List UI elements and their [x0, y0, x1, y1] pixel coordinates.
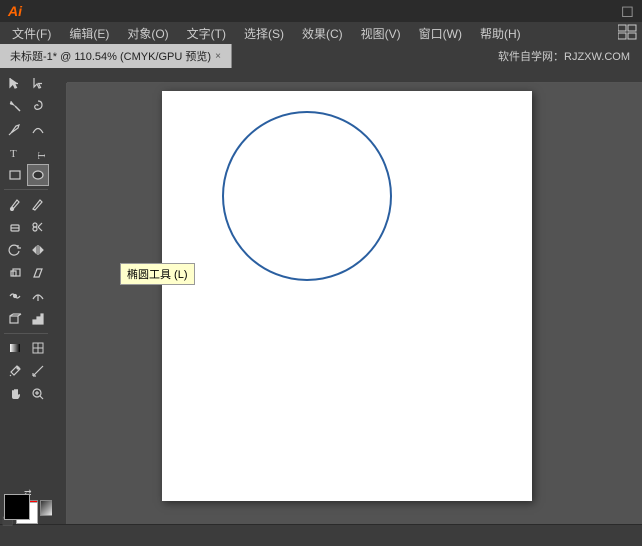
- menu-file[interactable]: 文件(F): [4, 23, 59, 44]
- tab-bar-right-text: 软件自学网：RJZXW.COM: [498, 44, 642, 68]
- status-bar: [0, 524, 642, 546]
- scale-tool[interactable]: [4, 262, 26, 284]
- symbol-tool-row: [4, 285, 49, 307]
- eraser-tool-row: [4, 216, 49, 238]
- ellipse-tool[interactable]: [27, 164, 49, 186]
- menu-bar: 文件(F) 编辑(E) 对象(O) 文字(T) 选择(S) 效果(C) 视图(V…: [0, 22, 642, 44]
- magic-wand-tool[interactable]: [4, 95, 26, 117]
- ellipse-object[interactable]: [222, 111, 392, 281]
- separator-1: [4, 189, 48, 190]
- eyedropper-tool[interactable]: [4, 360, 26, 382]
- foreground-color-swatch[interactable]: [4, 494, 30, 520]
- selection-tool[interactable]: [4, 72, 26, 94]
- pen-tool[interactable]: [4, 118, 26, 140]
- rotate-tool[interactable]: [4, 239, 26, 261]
- ruler-corner: [52, 68, 67, 83]
- tab-close-button[interactable]: ×: [215, 51, 221, 62]
- separator-2: [4, 333, 48, 334]
- zoom-tool[interactable]: [27, 383, 49, 405]
- menu-help[interactable]: 帮助(H): [472, 23, 529, 44]
- menu-select[interactable]: 选择(S): [236, 23, 292, 44]
- menu-object[interactable]: 对象(O): [119, 23, 176, 44]
- blend-tool-row: [4, 360, 49, 382]
- type-tool-row: T T: [4, 141, 49, 163]
- gradient-tool[interactable]: [4, 337, 26, 359]
- menu-edit[interactable]: 编辑(E): [61, 23, 117, 44]
- free-transform-tool[interactable]: [4, 308, 26, 330]
- panel-icon[interactable]: [618, 24, 638, 40]
- svg-text:T: T: [36, 152, 45, 159]
- chart-tool[interactable]: [27, 308, 49, 330]
- gradient-tool-row: [4, 337, 49, 359]
- reflect-tool[interactable]: [27, 239, 49, 261]
- zoom-tool-row: [4, 383, 49, 405]
- selection-tool-row: [4, 72, 49, 94]
- horizontal-ruler: [67, 68, 642, 83]
- graph-tool-row: [4, 308, 49, 330]
- menu-type[interactable]: 文字(T): [179, 23, 234, 44]
- warp-tool[interactable]: [27, 285, 49, 307]
- hand-tool[interactable]: [4, 383, 26, 405]
- measure-tool[interactable]: [27, 360, 49, 382]
- paintbrush-tool[interactable]: [4, 193, 26, 215]
- shear-tool[interactable]: [27, 262, 49, 284]
- scissors-tool[interactable]: [27, 216, 49, 238]
- curvature-tool[interactable]: [27, 118, 49, 140]
- menu-view[interactable]: 视图(V): [353, 23, 409, 44]
- artboard: [162, 91, 532, 501]
- direct-selection-tool[interactable]: [27, 72, 49, 94]
- vertical-ruler: [52, 68, 67, 524]
- site-label: 软件自学网：RJZXW.COM: [498, 48, 630, 64]
- pen-tool-row: [4, 95, 49, 117]
- title-bar: Ai ◻: [0, 0, 642, 22]
- svg-text:T: T: [10, 148, 17, 159]
- ai-logo: Ai: [8, 3, 22, 19]
- type-vertical-tool[interactable]: T: [27, 141, 49, 163]
- eraser-tool[interactable]: [4, 216, 26, 238]
- workspace: T T: [0, 68, 642, 524]
- menu-effect[interactable]: 效果(C): [294, 23, 351, 44]
- paintbrush-tool-row: [4, 193, 49, 215]
- pencil-tool[interactable]: [27, 193, 49, 215]
- tab-bar: 未标题-1* @ 110.54% (CMYK/GPU 预览) × 软件自学网：R…: [0, 44, 642, 68]
- tab-label: 未标题-1* @ 110.54% (CMYK/GPU 预览): [10, 48, 211, 64]
- canvas-area: 椭圆工具 (L): [52, 68, 642, 524]
- shape-tool-row: [4, 164, 49, 186]
- pen-tool-row2: [4, 118, 49, 140]
- menu-window[interactable]: 窗口(W): [411, 23, 470, 44]
- document-tab[interactable]: 未标题-1* @ 110.54% (CMYK/GPU 预览) ×: [0, 44, 232, 68]
- rotate-tool-row: [4, 239, 49, 261]
- mesh-tool[interactable]: [27, 337, 49, 359]
- window-icons: ◻: [621, 1, 634, 21]
- left-toolbar: T T: [0, 68, 52, 524]
- width-tool[interactable]: [4, 285, 26, 307]
- scale-tool-row: [4, 262, 49, 284]
- rectangle-tool[interactable]: [4, 164, 26, 186]
- lasso-tool[interactable]: [27, 95, 49, 117]
- type-tool[interactable]: T: [4, 141, 26, 163]
